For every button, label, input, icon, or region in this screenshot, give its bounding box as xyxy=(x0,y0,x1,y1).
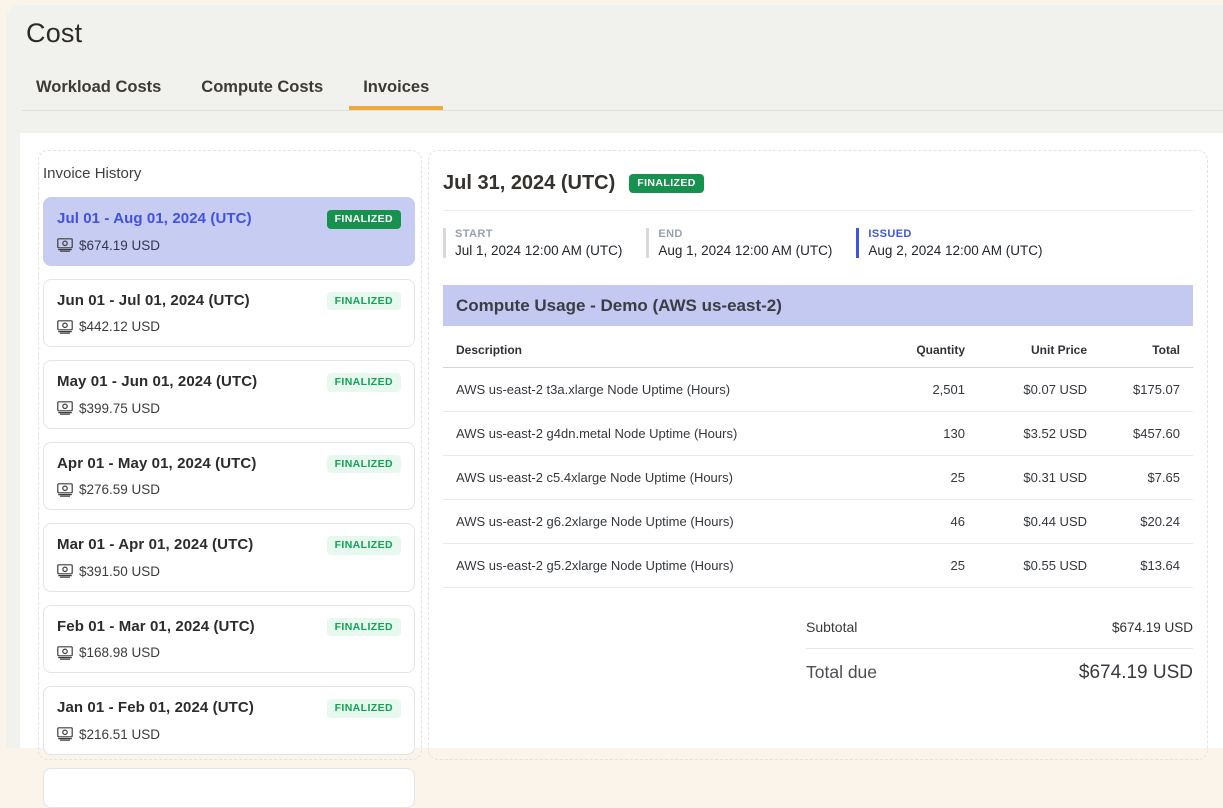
row-unit-price: $0.31 USD xyxy=(965,456,1087,500)
invoice-list-item-jul[interactable]: Jul 01 - Aug 01, 2024 (UTC) FINALIZED $6… xyxy=(43,197,415,266)
usage-table-header-row: Description Quantity Unit Price Total xyxy=(443,326,1193,368)
invoice-list-item-jan[interactable]: Jan 01 - Feb 01, 2024 (UTC) FINALIZED $2… xyxy=(43,686,415,755)
table-row: AWS us-east-2 g4dn.metal Node Uptime (Ho… xyxy=(443,412,1193,456)
cost-page: Cost Workload Costs Compute Costs Invoic… xyxy=(6,5,1223,748)
banknote-icon xyxy=(57,238,73,252)
row-unit-price: $0.07 USD xyxy=(965,368,1087,412)
row-quantity: 130 xyxy=(845,412,965,456)
invoice-amount: $391.50 USD xyxy=(79,564,160,579)
invoice-period: Feb 01 - Mar 01, 2024 (UTC) xyxy=(57,618,255,635)
status-badge: FINALIZED xyxy=(327,699,401,718)
invoice-meta-row: START Jul 1, 2024 12:00 AM (UTC) END Aug… xyxy=(443,228,1193,258)
usage-section-header: Compute Usage - Demo (AWS us-east-2) xyxy=(443,285,1193,326)
invoice-list-item-mar[interactable]: Mar 01 - Apr 01, 2024 (UTC) FINALIZED $3… xyxy=(43,523,415,592)
divider xyxy=(443,210,1193,211)
invoice-period: Mar 01 - Apr 01, 2024 (UTC) xyxy=(57,536,253,553)
row-quantity: 25 xyxy=(845,544,965,588)
row-total: $457.60 xyxy=(1087,412,1193,456)
meta-issued: ISSUED Aug 2, 2024 12:00 AM (UTC) xyxy=(856,228,1042,258)
banknote-icon xyxy=(57,564,73,578)
invoice-amount: $399.75 USD xyxy=(79,401,160,416)
invoice-period: Apr 01 - May 01, 2024 (UTC) xyxy=(57,455,256,472)
meta-issued-label: ISSUED xyxy=(868,228,1042,240)
page-title: Cost xyxy=(6,5,1223,49)
invoice-detail-title: Jul 31, 2024 (UTC) xyxy=(443,172,615,195)
invoice-amount: $442.12 USD xyxy=(79,319,160,334)
table-row: AWS us-east-2 g6.2xlarge Node Uptime (Ho… xyxy=(443,500,1193,544)
tab-workload-costs[interactable]: Workload Costs xyxy=(36,78,161,110)
invoice-amount: $276.59 USD xyxy=(79,482,160,497)
totals-section: Subtotal $674.19 USD Total due $674.19 U… xyxy=(806,619,1193,684)
banknote-icon xyxy=(57,646,73,660)
invoice-period: Jun 01 - Jul 01, 2024 (UTC) xyxy=(57,292,250,309)
tab-bar: Workload Costs Compute Costs Invoices xyxy=(22,78,1223,111)
meta-end-label: END xyxy=(658,228,832,240)
invoice-history-title: Invoice History xyxy=(43,165,417,182)
row-description: AWS us-east-2 c5.4xlarge Node Uptime (Ho… xyxy=(443,456,845,500)
meta-issued-value: Aug 2, 2024 12:00 AM (UTC) xyxy=(868,243,1042,258)
row-total: $175.07 xyxy=(1087,368,1193,412)
row-total: $20.24 xyxy=(1087,500,1193,544)
row-unit-price: $3.52 USD xyxy=(965,412,1087,456)
col-quantity: Quantity xyxy=(845,326,965,368)
row-quantity: 25 xyxy=(845,456,965,500)
invoice-list-item-feb[interactable]: Feb 01 - Mar 01, 2024 (UTC) FINALIZED $1… xyxy=(43,605,415,674)
row-unit-price: $0.55 USD xyxy=(965,544,1087,588)
table-row: AWS us-east-2 t3a.xlarge Node Uptime (Ho… xyxy=(443,368,1193,412)
invoices-content: Invoice History Jul 01 - Aug 01, 2024 (U… xyxy=(20,133,1223,748)
status-badge: FINALIZED xyxy=(629,174,703,193)
invoice-list-item-partial[interactable] xyxy=(43,768,415,808)
meta-end: END Aug 1, 2024 12:00 AM (UTC) xyxy=(646,228,832,258)
status-badge: FINALIZED xyxy=(327,455,401,474)
row-total: $13.64 xyxy=(1087,544,1193,588)
invoice-period: May 01 - Jun 01, 2024 (UTC) xyxy=(57,373,257,390)
table-row: AWS us-east-2 c5.4xlarge Node Uptime (Ho… xyxy=(443,456,1193,500)
col-total: Total xyxy=(1087,326,1193,368)
invoice-history-panel: Invoice History Jul 01 - Aug 01, 2024 (U… xyxy=(38,150,422,760)
status-badge: FINALIZED xyxy=(327,373,401,392)
usage-table: Description Quantity Unit Price Total AW… xyxy=(443,326,1193,588)
invoice-list-item-jun[interactable]: Jun 01 - Jul 01, 2024 (UTC) FINALIZED $4… xyxy=(43,279,415,348)
subtotal-value: $674.19 USD xyxy=(1112,620,1193,635)
meta-start: START Jul 1, 2024 12:00 AM (UTC) xyxy=(443,228,622,258)
banknote-icon xyxy=(57,401,73,415)
row-description: AWS us-east-2 g6.2xlarge Node Uptime (Ho… xyxy=(443,500,845,544)
tab-compute-costs[interactable]: Compute Costs xyxy=(201,78,323,110)
status-badge: FINALIZED xyxy=(327,618,401,637)
col-description: Description xyxy=(443,326,845,368)
banknote-icon xyxy=(57,320,73,334)
total-due-label: Total due xyxy=(806,662,877,683)
table-row: AWS us-east-2 g5.2xlarge Node Uptime (Ho… xyxy=(443,544,1193,588)
status-badge: FINALIZED xyxy=(327,292,401,311)
status-badge: FINALIZED xyxy=(327,210,401,229)
row-unit-price: $0.44 USD xyxy=(965,500,1087,544)
banknote-icon xyxy=(57,483,73,497)
row-quantity: 2,501 xyxy=(845,368,965,412)
row-description: AWS us-east-2 g5.2xlarge Node Uptime (Ho… xyxy=(443,544,845,588)
invoice-list-item-may[interactable]: May 01 - Jun 01, 2024 (UTC) FINALIZED $3… xyxy=(43,360,415,429)
row-description: AWS us-east-2 t3a.xlarge Node Uptime (Ho… xyxy=(443,368,845,412)
banknote-icon xyxy=(57,727,73,741)
row-quantity: 46 xyxy=(845,500,965,544)
meta-start-value: Jul 1, 2024 12:00 AM (UTC) xyxy=(455,243,622,258)
tab-invoices[interactable]: Invoices xyxy=(363,78,429,110)
invoice-list-item-apr[interactable]: Apr 01 - May 01, 2024 (UTC) FINALIZED $2… xyxy=(43,442,415,511)
total-due-value: $674.19 USD xyxy=(1079,662,1193,684)
row-description: AWS us-east-2 g4dn.metal Node Uptime (Ho… xyxy=(443,412,845,456)
meta-start-label: START xyxy=(455,228,622,240)
subtotal-label: Subtotal xyxy=(806,619,857,635)
invoice-period: Jan 01 - Feb 01, 2024 (UTC) xyxy=(57,699,254,716)
invoice-period: Jul 01 - Aug 01, 2024 (UTC) xyxy=(57,210,252,227)
invoice-amount: $168.98 USD xyxy=(79,645,160,660)
col-unit-price: Unit Price xyxy=(965,326,1087,368)
status-badge: FINALIZED xyxy=(327,536,401,555)
invoice-detail-panel: Jul 31, 2024 (UTC) FINALIZED START Jul 1… xyxy=(428,150,1208,760)
invoice-amount: $216.51 USD xyxy=(79,727,160,742)
row-total: $7.65 xyxy=(1087,456,1193,500)
meta-end-value: Aug 1, 2024 12:00 AM (UTC) xyxy=(658,243,832,258)
invoice-amount: $674.19 USD xyxy=(79,238,160,253)
